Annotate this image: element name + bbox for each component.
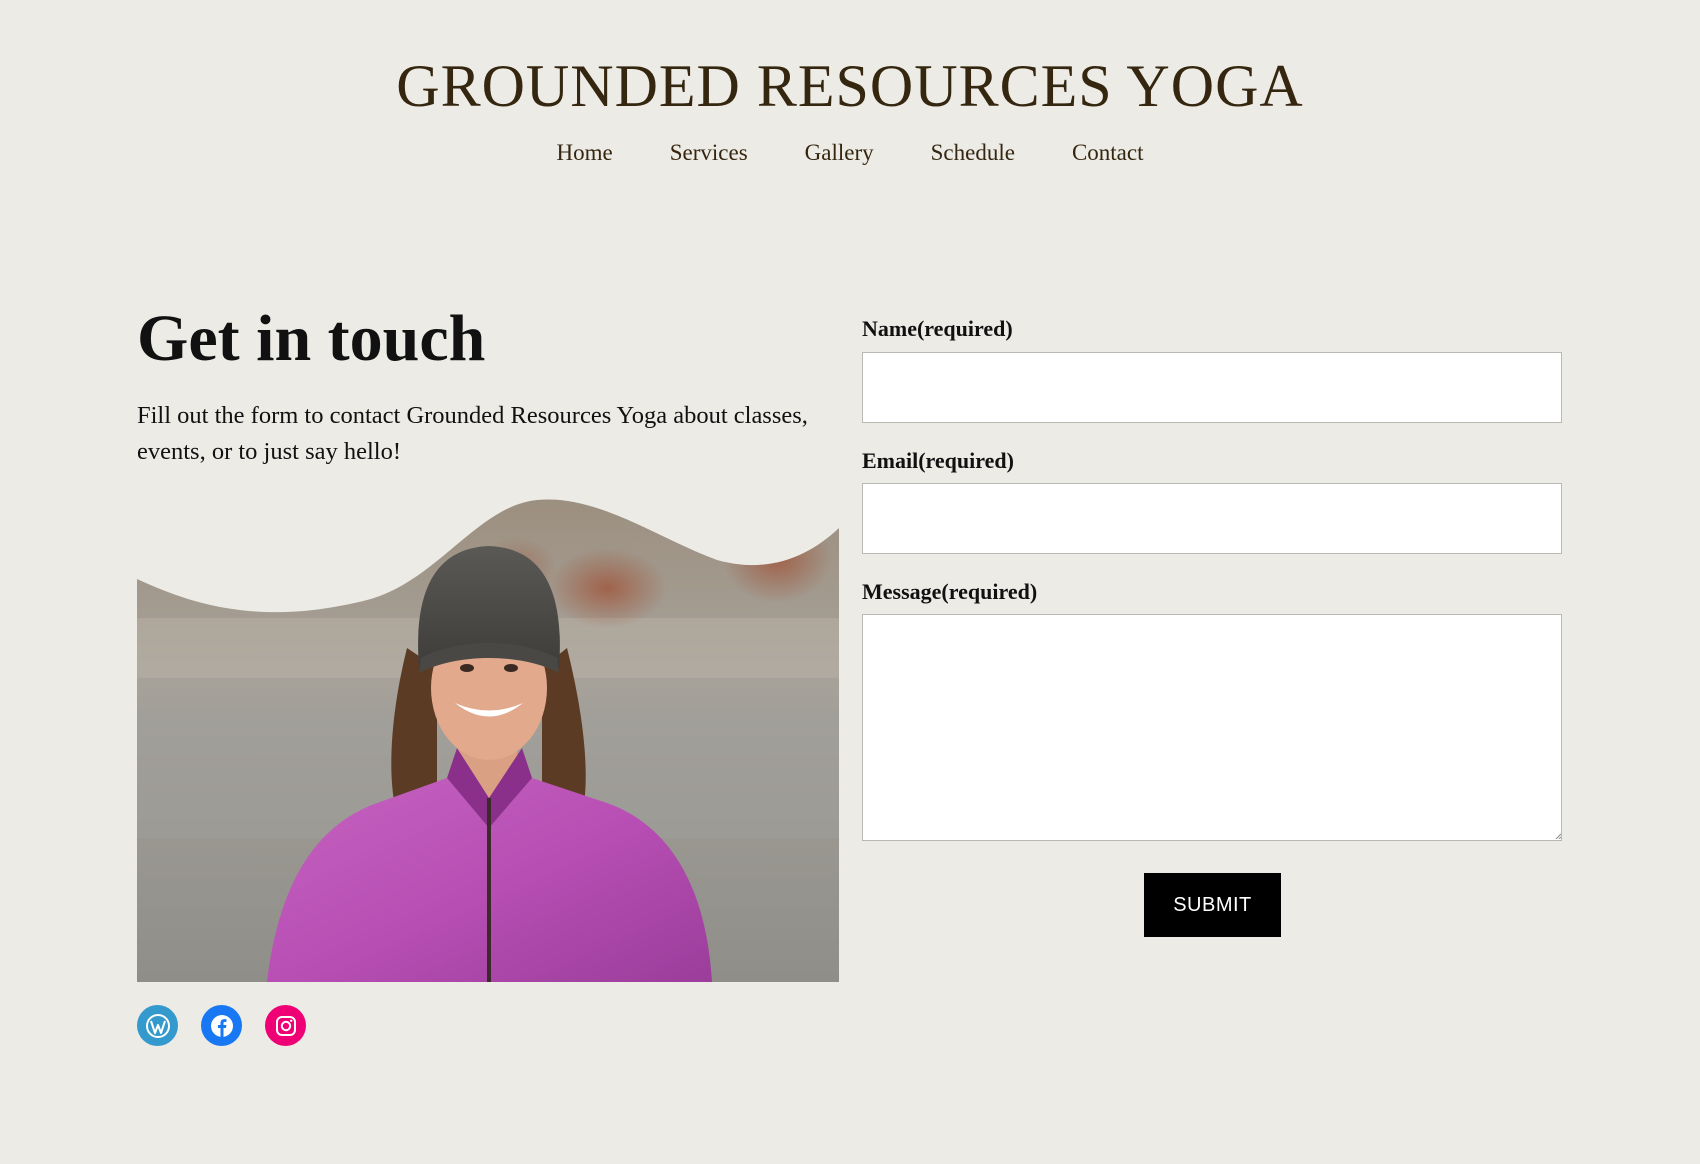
portrait-photo	[137, 499, 839, 982]
wordpress-icon[interactable]	[137, 1005, 178, 1046]
message-field[interactable]	[862, 614, 1562, 841]
wordpress-glyph	[145, 1013, 170, 1038]
intro-text: Fill out the form to contact Grounded Re…	[137, 402, 808, 465]
message-label: Message(required)	[862, 579, 1038, 604]
submit-button[interactable]: SUBMIT	[1144, 873, 1281, 937]
name-field[interactable]	[862, 352, 1562, 423]
main-navigation: Home Services Gallery Schedule Contact	[0, 140, 1700, 166]
facebook-glyph	[210, 1014, 233, 1037]
name-label: Name(required)	[862, 316, 1013, 341]
nav-item-contact[interactable]: Contact	[1072, 140, 1144, 166]
site-title[interactable]: GROUNDED RESOURCES YOGA	[0, 52, 1700, 121]
instagram-icon[interactable]	[265, 1005, 306, 1046]
nav-item-services[interactable]: Services	[670, 140, 748, 166]
social-links	[137, 1005, 306, 1046]
resize-grip-icon[interactable]	[1555, 833, 1561, 839]
nav-item-home[interactable]: Home	[557, 140, 613, 166]
email-label: Email(required)	[862, 448, 1014, 473]
facebook-icon[interactable]	[201, 1005, 242, 1046]
nav-item-schedule[interactable]: Schedule	[931, 140, 1015, 166]
page-heading: Get in touch	[137, 302, 486, 375]
email-field[interactable]	[862, 483, 1562, 554]
nav-item-gallery[interactable]: Gallery	[805, 140, 874, 166]
instagram-glyph	[275, 1015, 296, 1036]
